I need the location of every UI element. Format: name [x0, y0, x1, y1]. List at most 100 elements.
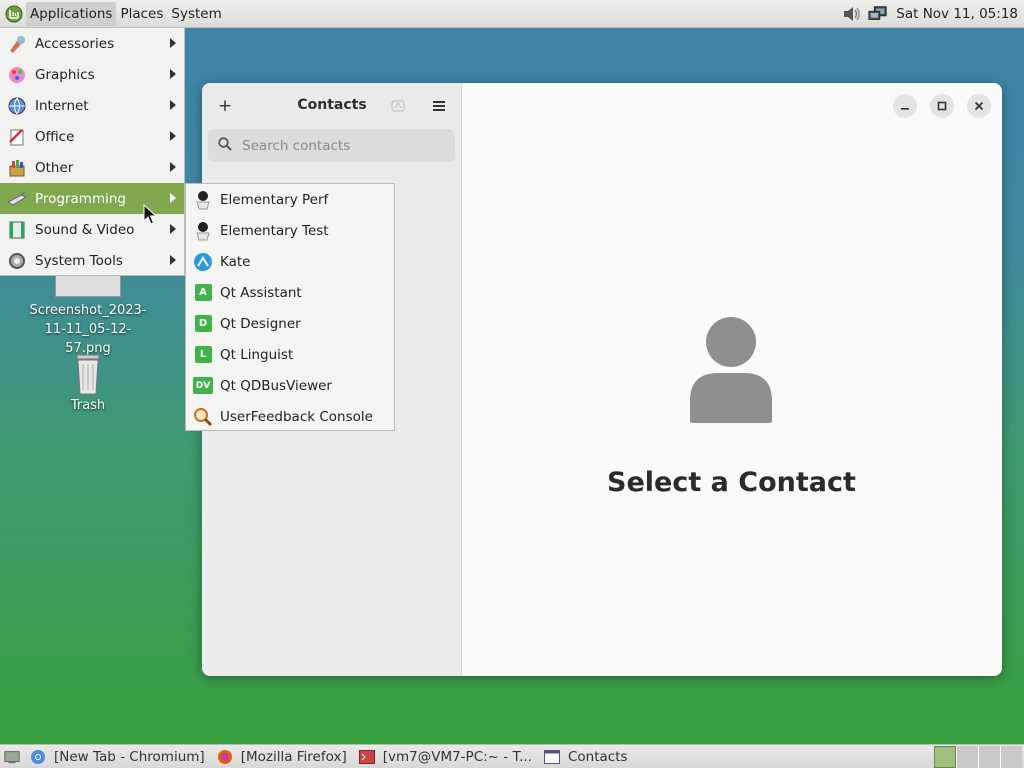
contact-avatar-icon: [690, 317, 772, 423]
network-icon[interactable]: [868, 4, 888, 24]
qt-designer-icon: D: [192, 313, 214, 335]
desktop-icon-label: Trash: [70, 398, 106, 413]
submenu-item-elementary-perf[interactable]: Elementary Perf: [186, 184, 394, 215]
add-contact-button[interactable]: +: [211, 92, 239, 120]
submenu-arrow-icon: [170, 38, 176, 48]
menu-item-label: Programming: [35, 190, 126, 207]
menu-item-label: Other: [35, 159, 74, 176]
menu-item-label: Graphics: [35, 66, 95, 83]
task-label: [vm7@VM7-PC:~ - T...: [382, 748, 532, 765]
programming-submenu: Elementary Perf Elementary Test Kate A Q…: [185, 183, 395, 431]
submenu-item-label: Qt Assistant: [220, 284, 302, 301]
workspace-3[interactable]: [978, 745, 1000, 768]
task-contacts[interactable]: Contacts: [538, 746, 634, 768]
elementary-perf-icon: [192, 189, 214, 211]
linux-mint-logo-icon[interactable]: [4, 4, 24, 24]
submenu-arrow-icon: [170, 69, 176, 79]
applications-dropdown: Accessories Graphics Internet Office Oth…: [0, 28, 185, 276]
submenu-arrow-icon: [170, 193, 176, 203]
trash-icon: [68, 352, 108, 396]
workspace-switcher: [934, 745, 1022, 768]
menu-item-internet[interactable]: Internet: [0, 90, 184, 121]
task-terminal[interactable]: [vm7@VM7-PC:~ - T...: [353, 746, 538, 768]
submenu-arrow-icon: [170, 255, 176, 265]
volume-icon[interactable]: [842, 4, 862, 24]
bottom-panel: [New Tab - Chromium] [Mozilla Firefox] […: [0, 744, 1024, 768]
applications-menu[interactable]: Applications: [26, 1, 117, 26]
programming-icon: [6, 188, 28, 210]
menu-item-label: Office: [35, 128, 75, 145]
desktop-icon-label: Screenshot_2023-11-11_05-12-57.png: [29, 303, 147, 356]
window-title: Contacts: [297, 97, 367, 113]
terminal-icon: [358, 749, 375, 765]
clock[interactable]: Sat Nov 11, 05:18: [896, 6, 1018, 22]
system-menu[interactable]: System: [167, 2, 225, 26]
qt-assistant-icon: A: [192, 282, 214, 304]
other-icon: [6, 157, 28, 179]
task-firefox[interactable]: [Mozilla Firefox]: [211, 746, 353, 768]
workspace-1[interactable]: [934, 745, 956, 768]
menu-item-other[interactable]: Other: [0, 152, 184, 183]
menu-item-accessories[interactable]: Accessories: [0, 28, 184, 59]
search-box[interactable]: [208, 129, 455, 162]
workspace-4[interactable]: [1000, 745, 1022, 768]
submenu-item-qt-linguist[interactable]: L Qt Linguist: [186, 339, 394, 370]
empty-state-title: Select a Contact: [607, 467, 856, 498]
workspace-2[interactable]: [956, 745, 978, 768]
top-panel: Applications Places System Sat Nov 11, 0…: [0, 0, 1024, 28]
menu-item-system-tools[interactable]: System Tools: [0, 245, 184, 276]
submenu-item-label: Qt QDBusViewer: [220, 377, 332, 394]
system-tools-icon: [6, 250, 28, 272]
userfeedback-console-icon: [192, 406, 214, 428]
submenu-arrow-icon: [170, 162, 176, 172]
task-label: Contacts: [567, 748, 628, 765]
menu-item-label: Sound & Video: [35, 221, 135, 238]
submenu-item-label: Kate: [220, 253, 251, 270]
qt-qdbusviewer-glyph: DV: [193, 377, 213, 394]
firefox-icon: [217, 749, 233, 765]
task-label: [New Tab - Chromium]: [54, 748, 205, 765]
submenu-item-label: Elementary Perf: [220, 191, 329, 208]
empty-state: Select a Contact: [461, 83, 1002, 676]
main-menu-button[interactable]: [425, 92, 453, 120]
places-menu[interactable]: Places: [116, 2, 167, 26]
qt-linguist-glyph: L: [194, 346, 212, 363]
menu-item-label: Internet: [35, 97, 89, 114]
chromium-icon: [30, 749, 46, 765]
submenu-item-qt-designer[interactable]: D Qt Designer: [186, 308, 394, 339]
desktop-icon-screenshot[interactable]: Screenshot_2023-11-11_05-12-57.png: [28, 270, 148, 358]
office-icon: [6, 126, 28, 148]
submenu-item-label: UserFeedback Console: [220, 408, 373, 425]
show-desktop-button[interactable]: [0, 746, 24, 768]
menu-item-graphics[interactable]: Graphics: [0, 59, 184, 90]
submenu-arrow-icon: [170, 100, 176, 110]
kate-icon: [192, 251, 214, 273]
show-desktop-icon: [4, 749, 20, 765]
submenu-arrow-icon: [170, 131, 176, 141]
graphics-icon: [6, 64, 28, 86]
search-icon: [218, 136, 232, 155]
mouse-cursor-icon: [143, 203, 158, 226]
desktop-icon-trash[interactable]: Trash: [28, 352, 148, 415]
submenu-item-userfeedback-console[interactable]: UserFeedback Console: [186, 401, 394, 432]
submenu-item-label: Qt Designer: [220, 315, 301, 332]
task-label: [Mozilla Firefox]: [240, 748, 347, 765]
submenu-item-elementary-test[interactable]: Elementary Test: [186, 215, 394, 246]
submenu-item-label: Qt Linguist: [220, 346, 294, 363]
menu-item-office[interactable]: Office: [0, 121, 184, 152]
task-chromium[interactable]: [New Tab - Chromium]: [24, 746, 211, 768]
submenu-item-kate[interactable]: Kate: [186, 246, 394, 277]
submenu-arrow-icon: [170, 224, 176, 234]
submenu-item-qt-qdbusviewer[interactable]: DV Qt QDBusViewer: [186, 370, 394, 401]
submenu-item-qt-assistant[interactable]: A Qt Assistant: [186, 277, 394, 308]
menu-item-label: System Tools: [35, 252, 123, 269]
menu-item-label: Accessories: [35, 35, 115, 52]
sound-video-icon: [6, 219, 28, 241]
search-input[interactable]: [240, 136, 444, 155]
accessories-icon: [6, 33, 28, 55]
internet-globe-icon: [6, 95, 28, 117]
submenu-item-label: Elementary Test: [220, 222, 329, 239]
qt-assistant-glyph: A: [194, 284, 212, 301]
qt-qdbusviewer-icon: DV: [192, 375, 214, 397]
selection-mode-icon[interactable]: [384, 92, 412, 120]
